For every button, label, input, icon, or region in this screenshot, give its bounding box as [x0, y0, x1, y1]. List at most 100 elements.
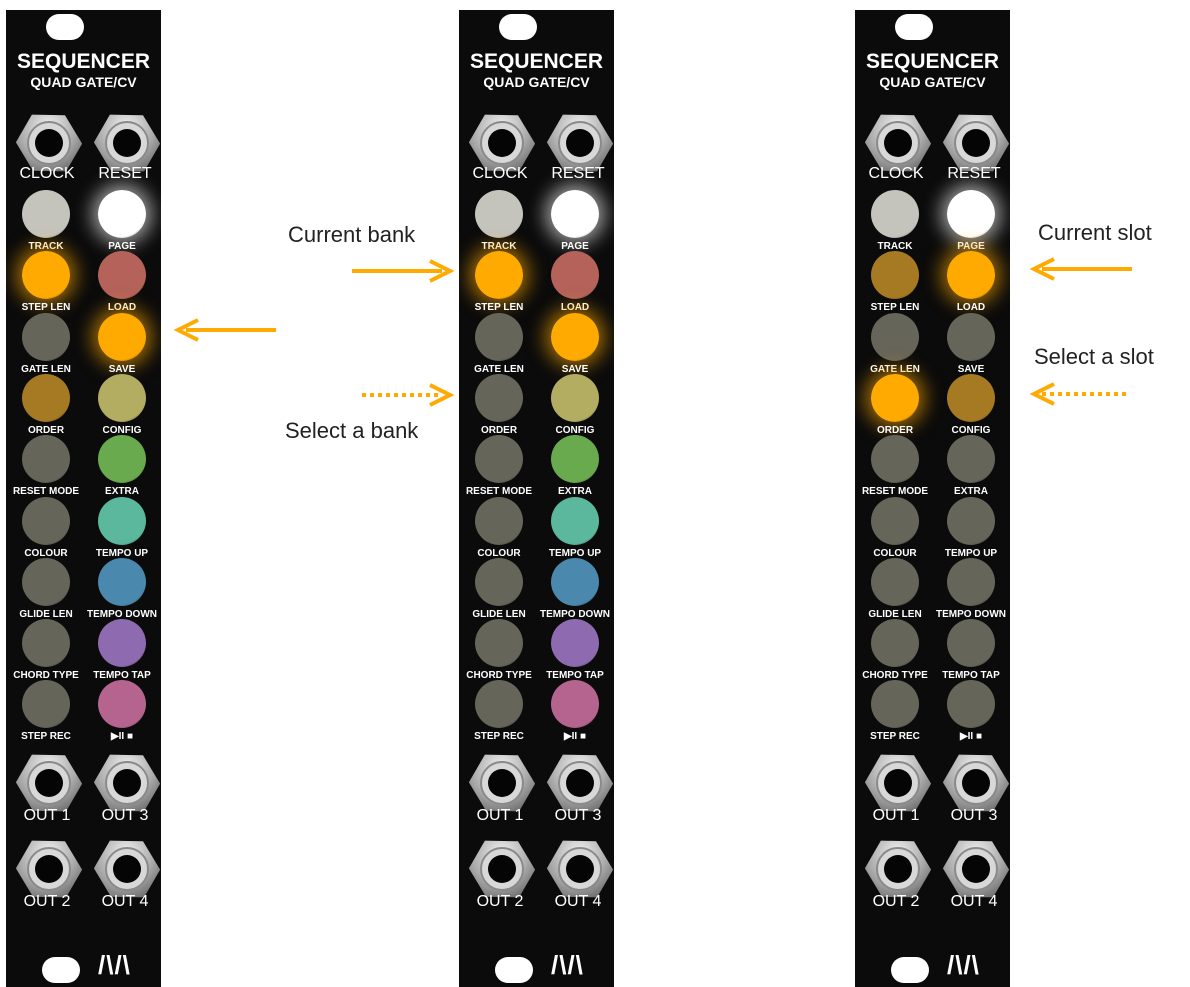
button-label: STEP LEN: [474, 302, 524, 314]
button-save[interactable]: [551, 312, 599, 361]
button-tempo-up[interactable]: [98, 496, 146, 545]
button-tempo-tap[interactable]: [947, 619, 995, 668]
module-title: SEQUENCER: [865, 50, 1000, 73]
button-colour[interactable]: [871, 496, 919, 545]
button-iiplay-stop[interactable]: [947, 680, 995, 729]
button-label: GATE LEN: [474, 363, 524, 375]
top-mounting-slot: [46, 14, 84, 40]
button-label: STEP REC: [474, 731, 524, 743]
current-bank-arrow: [352, 259, 455, 283]
button-tempo-up[interactable]: [551, 496, 599, 545]
button-load[interactable]: [98, 251, 146, 300]
button-chord-type[interactable]: [22, 619, 70, 668]
button-order[interactable]: [871, 373, 919, 422]
button-step-len[interactable]: [871, 251, 919, 300]
button-extra[interactable]: [98, 435, 146, 484]
select-bank-arrow: [362, 383, 455, 407]
load-button-pointer-arrow: [173, 318, 276, 342]
button-label: GATE LEN: [870, 363, 920, 375]
button-label: STEP REC: [870, 731, 920, 743]
button-label: TEMPO UP: [944, 547, 998, 559]
button-reset-mode[interactable]: [475, 435, 523, 484]
out-1-jack-label: OUT 1: [872, 807, 920, 824]
button-label: RESET MODE: [861, 486, 929, 498]
button-label: ▶II ■: [110, 731, 134, 743]
button-tempo-tap[interactable]: [551, 619, 599, 668]
button-glide-len[interactable]: [22, 557, 70, 606]
button-reset-mode[interactable]: [871, 435, 919, 484]
button-step-len[interactable]: [475, 251, 523, 300]
button-load[interactable]: [551, 251, 599, 300]
brand-logo: /\/\: [98, 950, 131, 980]
bottom-mounting-slot: [495, 957, 533, 983]
button-label: GATE LEN: [21, 363, 71, 375]
brand-logo: /\/\: [551, 950, 584, 980]
sequencer-module-panel-3: SEQUENCER QUAD GATE/CV CLOCK RESET TRACK PAGE…: [855, 10, 1010, 987]
button-tempo-down[interactable]: [947, 557, 995, 606]
select-bank-label: Select a bank: [285, 418, 419, 443]
out-4-jack-label: OUT 4: [101, 893, 149, 910]
button-order[interactable]: [22, 373, 70, 422]
button-colour[interactable]: [475, 496, 523, 545]
button-extra[interactable]: [947, 435, 995, 484]
button-save[interactable]: [947, 312, 995, 361]
button-track[interactable]: [871, 190, 919, 238]
button-order[interactable]: [475, 373, 523, 422]
button-iiplay-stop[interactable]: [551, 680, 599, 729]
button-label: ▶II ■: [563, 731, 587, 743]
out-1-jack-label: OUT 1: [476, 807, 524, 824]
button-label: TEMPO UP: [95, 547, 149, 559]
button-iiplay-stop[interactable]: [98, 680, 146, 729]
button-tempo-down[interactable]: [98, 557, 146, 606]
out-4-jack-label: OUT 4: [554, 893, 602, 910]
button-label: EXTRA: [954, 486, 988, 498]
button-save[interactable]: [98, 312, 146, 361]
button-track[interactable]: [22, 190, 70, 238]
top-mounting-slot: [499, 14, 537, 40]
button-tempo-down[interactable]: [551, 557, 599, 606]
button-reset-mode[interactable]: [22, 435, 70, 484]
button-glide-len[interactable]: [871, 557, 919, 606]
button-tempo-up[interactable]: [947, 496, 995, 545]
button-gate-len[interactable]: [871, 312, 919, 361]
button-load[interactable]: [947, 251, 995, 300]
button-label: COLOUR: [477, 547, 521, 559]
button-glide-len[interactable]: [475, 557, 523, 606]
out-2-jack-label: OUT 2: [476, 893, 524, 910]
button-extra[interactable]: [551, 435, 599, 484]
button-label: STEP LEN: [870, 302, 920, 314]
button-step-rec[interactable]: [475, 680, 523, 729]
button-page[interactable]: [947, 190, 995, 238]
button-config[interactable]: [551, 373, 599, 422]
button-label: SAVE: [957, 363, 985, 375]
sequencer-module-panel-2: SEQUENCER QUAD GATE/CV CLOCK RESET TRACK PAGE…: [459, 10, 614, 987]
button-chord-type[interactable]: [871, 619, 919, 668]
button-config[interactable]: [98, 373, 146, 422]
button-config[interactable]: [947, 373, 995, 422]
current-slot-label: Current slot: [1038, 220, 1152, 245]
module-subtitle: QUAD GATE/CV: [483, 74, 590, 90]
button-tempo-tap[interactable]: [98, 619, 146, 668]
out-1-jack-label: OUT 1: [23, 807, 71, 824]
reset-jack-label: RESET: [947, 165, 1001, 182]
select-slot-arrow: [1029, 382, 1128, 406]
button-step-rec[interactable]: [871, 680, 919, 729]
out-3-jack-label: OUT 3: [101, 807, 149, 824]
button-label: EXTRA: [558, 486, 592, 498]
button-page[interactable]: [551, 190, 599, 238]
brand-logo: /\/\: [947, 950, 980, 980]
button-step-rec[interactable]: [22, 680, 70, 729]
button-gate-len[interactable]: [22, 312, 70, 361]
button-page[interactable]: [98, 190, 146, 238]
button-gate-len[interactable]: [475, 312, 523, 361]
reset-jack-label: RESET: [98, 165, 152, 182]
button-label: STEP REC: [21, 731, 71, 743]
button-label: SAVE: [561, 363, 589, 375]
button-track[interactable]: [475, 190, 523, 238]
button-step-len[interactable]: [22, 251, 70, 300]
out-2-jack-label: OUT 2: [23, 893, 71, 910]
button-chord-type[interactable]: [475, 619, 523, 668]
select-slot-label: Select a slot: [1034, 344, 1154, 369]
button-label: COLOUR: [24, 547, 68, 559]
button-colour[interactable]: [22, 496, 70, 545]
